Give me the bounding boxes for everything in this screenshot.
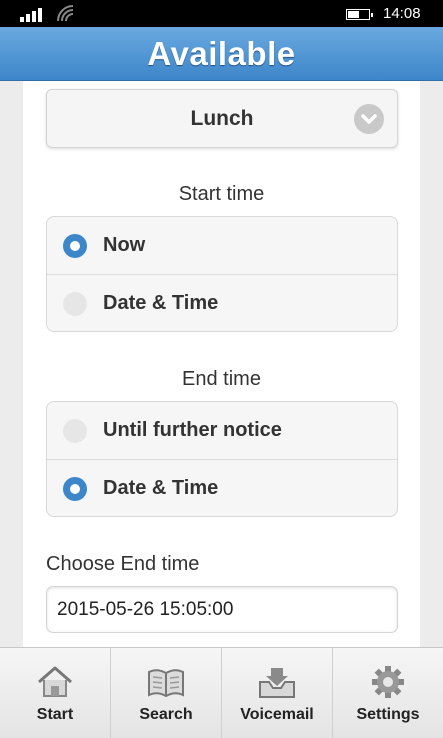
status-time: 14:08 <box>383 5 421 22</box>
end-time-option-date-time[interactable]: Date & Time <box>47 459 397 516</box>
voicemail-inbox-icon <box>259 668 295 698</box>
bottom-navigation: Start Search Voicemail Settings <box>0 647 443 738</box>
radio-label: Until further notice <box>103 419 282 441</box>
nav-label: Settings <box>356 706 420 723</box>
app-screen: 14:08 Available Lunch Start time Now Dat… <box>0 0 443 738</box>
start-time-radio-group: Now Date & Time <box>46 216 398 332</box>
start-time-label: Start time <box>178 183 265 205</box>
battery-icon <box>346 9 373 20</box>
radio-button[interactable] <box>63 419 87 443</box>
status-bar: 14:08 <box>0 0 443 27</box>
chevron-down-icon <box>354 104 384 134</box>
end-time-input[interactable]: 2015-05-26 15:05:00 <box>46 586 398 633</box>
radio-button[interactable] <box>63 292 87 316</box>
nav-start[interactable]: Start <box>0 648 111 738</box>
radio-label: Date & Time <box>103 292 219 314</box>
start-time-option-date-time[interactable]: Date & Time <box>47 274 397 331</box>
radio-button-selected[interactable] <box>63 234 87 258</box>
nav-label: Start <box>36 706 74 723</box>
nav-label: Voicemail <box>240 706 314 723</box>
nav-voicemail[interactable]: Voicemail <box>222 648 333 738</box>
home-icon <box>38 666 72 697</box>
wifi-icon <box>57 5 74 22</box>
nav-search[interactable]: Search <box>111 648 222 738</box>
gear-icon <box>372 666 404 698</box>
page-header: Available <box>0 27 443 81</box>
signal-strength-icon <box>20 6 42 22</box>
end-time-option-until-further-notice[interactable]: Until further notice <box>47 402 397 459</box>
start-time-option-now[interactable]: Now <box>47 217 397 274</box>
nav-label: Search <box>139 706 193 723</box>
reason-select[interactable]: Lunch <box>46 89 398 148</box>
page-title: Available <box>147 34 296 72</box>
book-icon <box>148 669 184 698</box>
content-panel: Lunch Start time Now Date & Time End tim… <box>23 81 420 647</box>
radio-button-selected[interactable] <box>63 477 87 501</box>
choose-end-time-label: Choose End time <box>46 553 200 575</box>
end-time-radio-group: Until further notice Date & Time <box>46 401 398 517</box>
reason-select-value: Lunch <box>190 107 254 130</box>
radio-label: Now <box>103 234 146 256</box>
nav-settings[interactable]: Settings <box>333 648 443 738</box>
end-time-label: End time <box>182 368 261 390</box>
radio-label: Date & Time <box>103 477 219 499</box>
